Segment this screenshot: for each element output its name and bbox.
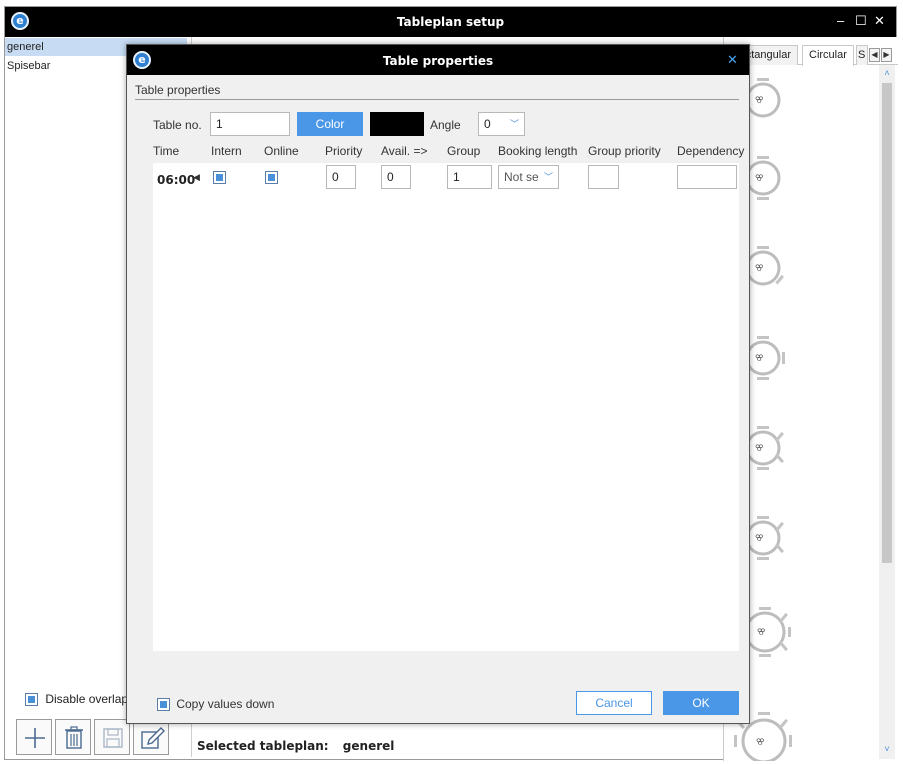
minimize-button[interactable]: – [837,13,844,28]
svg-text:ꕢ: ꕢ [757,628,766,638]
color-button[interactable]: Color [297,112,363,136]
copy-values-checkbox[interactable] [157,698,170,712]
main-window-title: Tableplan setup [396,15,505,29]
scroll-down-icon[interactable]: ˅ [881,743,893,755]
chevron-down-icon: ﹀ [509,119,519,129]
col-header-time: Time [153,144,180,158]
color-swatch[interactable] [370,112,424,136]
col-header-group-priority: Group priority [588,144,661,158]
dialog-titlebar[interactable]: e Table properties ✕ [127,45,749,75]
scroll-up-icon[interactable]: ˄ [881,67,893,79]
svg-text:ꕢ: ꕢ [755,96,764,106]
tab-scroll-right-icon[interactable]: ▶ [881,48,892,62]
dependency-input[interactable] [677,165,737,189]
edit-button[interactable] [133,719,169,755]
edit-pencil-icon [141,727,165,749]
col-header-avail: Avail. => [381,144,428,158]
tab-circular[interactable]: Circular [802,45,854,66]
booking-length-value: Not se [504,170,539,184]
close-button[interactable]: ✕ [874,13,885,29]
angle-select[interactable]: 0 ﹀ [478,112,525,136]
delete-button[interactable] [55,719,91,755]
add-button[interactable] [16,719,52,755]
col-header-dependency: Dependency [677,144,745,158]
online-checkbox[interactable] [265,171,278,184]
svg-text:ꕢ: ꕢ [755,444,764,454]
save-disk-icon [103,728,123,748]
scroll-thumb[interactable] [882,83,892,563]
col-header-intern: Intern [211,144,242,158]
section-divider [135,99,739,100]
save-button[interactable] [94,719,130,755]
selected-tableplan-value: generel [342,739,395,753]
booking-length-select[interactable]: Not se ﹀ [498,165,559,189]
table-no-input[interactable]: 1 [210,112,290,136]
dialog-close-icon[interactable]: ✕ [727,52,738,68]
tab-scroll-left-icon[interactable]: ◀ [869,48,880,62]
copy-values-label: Copy values down [176,697,275,711]
shape-tabs: Rectangular Circular S ◀ ▶ [722,45,898,66]
intern-checkbox[interactable] [213,171,226,184]
time-expand-icon[interactable]: ◀ [193,172,200,183]
copy-values-down-option[interactable]: Copy values down [157,697,275,712]
svg-text:ꕢ: ꕢ [756,738,765,748]
dialog-title: Table properties [382,54,494,68]
selected-tableplan-label: Selected tableplan: [197,739,329,753]
table-no-label: Table no. [153,118,202,132]
main-titlebar[interactable]: e Tableplan setup – ☐ ✕ [5,7,896,37]
svg-text:ꕢ: ꕢ [755,354,764,364]
row-time: 06:00 [157,173,196,187]
cancel-button[interactable]: Cancel [576,691,652,715]
disable-overlap-checkbox[interactable] [25,693,38,707]
col-header-online: Online [264,144,299,158]
disable-overlap-option[interactable]: Disable overlap [25,689,128,709]
col-header-group: Group [447,144,481,158]
col-header-booking-length: Booking length [498,144,578,158]
tab-third[interactable]: S [856,45,868,65]
section-label: Table properties [135,83,221,97]
group-input[interactable]: 1 [447,165,492,189]
angle-label: Angle [430,118,461,132]
chevron-down-icon: ﹀ [543,172,553,182]
time-rows-grid [153,163,739,651]
table-properties-dialog: e Table properties ✕ Table properties Ta… [126,44,750,724]
ok-button[interactable]: OK [663,691,739,715]
selected-tableplan-status: Selected tableplan: generel [197,739,394,753]
angle-value: 0 [484,117,491,131]
shapes-scrollbar[interactable]: ˄ ˅ [879,65,895,759]
priority-input[interactable]: 0 [326,165,356,189]
svg-text:ꕢ: ꕢ [755,264,764,274]
maximize-button[interactable]: ☐ [855,13,867,29]
svg-text:ꕢ: ꕢ [755,174,764,184]
col-header-priority: Priority [325,144,363,158]
trash-icon [65,726,83,749]
avail-input[interactable]: 0 [381,165,411,189]
plus-icon [25,728,45,748]
group-priority-input[interactable] [588,165,619,189]
disable-overlap-label: Disable overlap [45,692,129,706]
svg-text:ꕢ: ꕢ [755,534,764,544]
